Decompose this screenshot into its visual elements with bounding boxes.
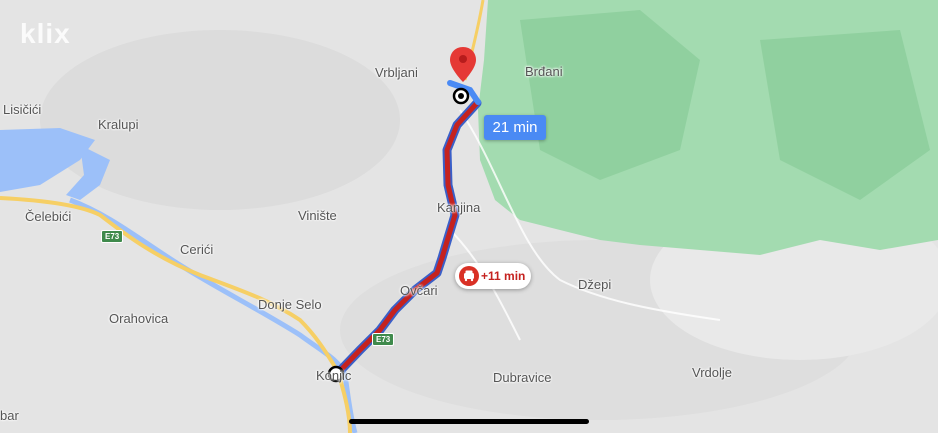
car-icon	[459, 266, 479, 286]
place-label[interactable]: Orahovica	[109, 311, 168, 326]
place-label[interactable]: Kanjina	[437, 200, 480, 215]
place-label[interactable]: Čelebići	[25, 209, 71, 224]
place-label[interactable]: Donje Selo	[258, 297, 322, 312]
place-label[interactable]: Ovčari	[400, 283, 438, 298]
place-label[interactable]: bar	[0, 408, 19, 423]
place-label[interactable]: Dubravice	[493, 370, 552, 385]
place-label[interactable]: Brđani	[525, 64, 563, 79]
traffic-delay-label: +11 min	[481, 269, 526, 283]
place-label[interactable]: Vrbljani	[375, 65, 418, 80]
place-label[interactable]: Džepi	[578, 277, 611, 292]
road-shield: E73	[372, 333, 395, 346]
terrain-layer	[0, 0, 938, 433]
place-label[interactable]: Cerići	[180, 242, 213, 257]
watermark-logo: klix	[20, 18, 71, 49]
traffic-delay-bubble[interactable]: +11 min	[455, 263, 531, 289]
map-canvas[interactable]: klix Vrbljani Brđani Lisičići Kralupi Če…	[0, 0, 938, 433]
place-label[interactable]: Konjic	[316, 368, 351, 383]
place-label[interactable]: Vrdolje	[692, 365, 732, 380]
place-label[interactable]: Kralupi	[98, 117, 138, 132]
eta-bubble[interactable]: 21 min	[484, 115, 546, 140]
home-indicator[interactable]	[349, 419, 589, 424]
place-label[interactable]: Lisičići	[3, 102, 41, 117]
road-shield: E73	[101, 230, 124, 243]
place-label[interactable]: Vinište	[298, 208, 337, 223]
